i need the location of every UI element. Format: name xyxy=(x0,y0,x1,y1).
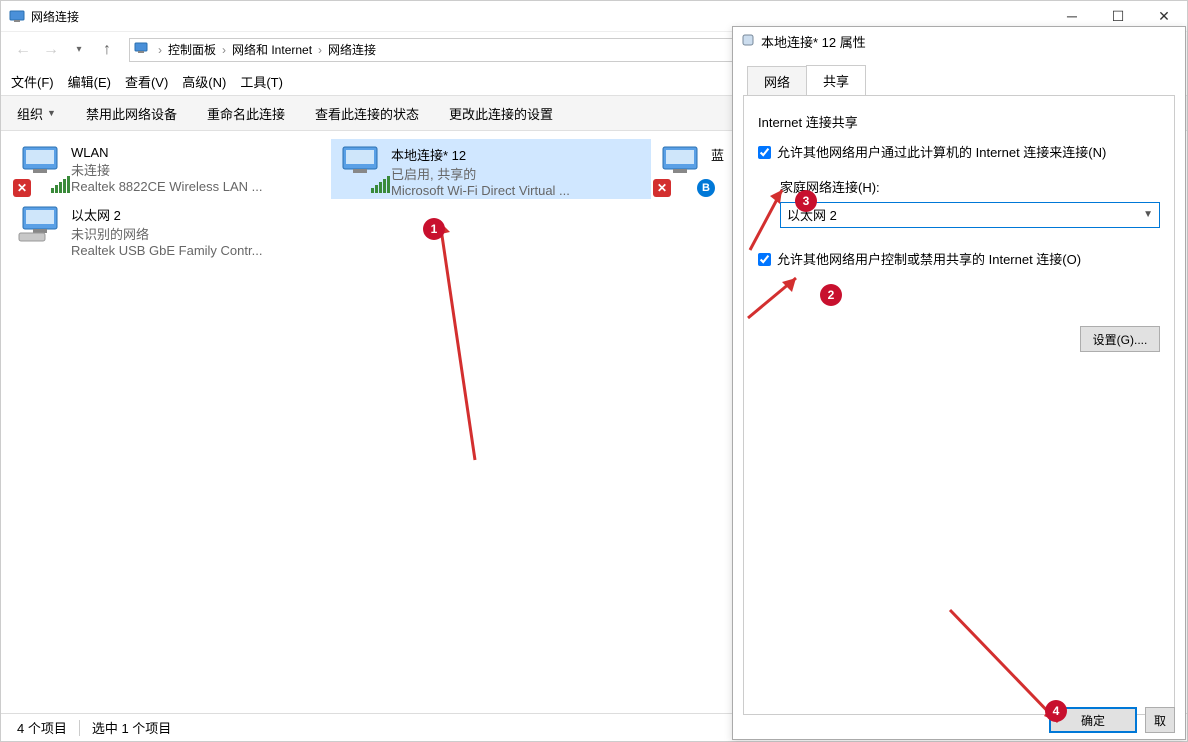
home-network-block: 家庭网络连接(H): 以太网 2 ▼ xyxy=(780,177,1160,228)
connection-name: 蓝 xyxy=(711,145,724,164)
menu-view[interactable]: 查看(V) xyxy=(125,72,168,91)
menu-edit[interactable]: 编辑(E) xyxy=(68,72,111,91)
properties-dialog: 本地连接* 12 属性 网络 共享 Internet 连接共享 允许其他网络用户… xyxy=(732,26,1186,740)
breadcrumb-part-3[interactable]: 网络连接 xyxy=(324,41,380,58)
connection-item-local12[interactable]: 本地连接* 12 已启用, 共享的 Microsoft Wi-Fi Direct… xyxy=(331,139,651,199)
breadcrumb-sep: › xyxy=(220,43,228,57)
breadcrumb-sep: › xyxy=(316,43,324,57)
nic-icon: ✕ B xyxy=(655,143,711,195)
bluetooth-icon: B xyxy=(697,179,715,197)
toolbar-rename[interactable]: 重命名此连接 xyxy=(207,104,285,123)
disabled-overlay-icon: ✕ xyxy=(13,179,31,197)
connection-item-bluetooth[interactable]: ✕ B 蓝 xyxy=(651,139,731,199)
checkbox-control-label: 允许其他网络用户控制或禁用共享的 Internet 连接(O) xyxy=(777,250,1081,270)
connection-device: Realtek USB GbE Family Contr... xyxy=(71,243,262,258)
connection-device: Microsoft Wi-Fi Direct Virtual ... xyxy=(391,183,570,198)
checkbox-allow-label: 允许其他网络用户通过此计算机的 Internet 连接来连接(N) xyxy=(777,143,1106,163)
dialog-footer: 确定 取 xyxy=(1049,707,1175,733)
connection-status: 未识别的网络 xyxy=(71,224,262,243)
menu-advanced[interactable]: 高级(N) xyxy=(182,72,226,91)
toolbar-status[interactable]: 查看此连接的状态 xyxy=(315,104,419,123)
checkbox-allow-row: 允许其他网络用户通过此计算机的 Internet 连接来连接(N) xyxy=(758,143,1160,163)
window-icon xyxy=(9,8,25,24)
home-network-combo[interactable]: 以太网 2 ▼ xyxy=(780,202,1160,228)
chevron-down-icon: ▼ xyxy=(1143,209,1153,220)
tab-sharing[interactable]: 共享 xyxy=(806,65,866,95)
chevron-down-icon: ▼ xyxy=(47,108,56,118)
dialog-icon xyxy=(741,33,755,50)
breadcrumb-icon xyxy=(134,41,150,58)
nic-icon xyxy=(335,143,391,195)
ok-button[interactable]: 确定 xyxy=(1049,707,1137,733)
tab-network[interactable]: 网络 xyxy=(747,66,807,96)
connection-item-wlan[interactable]: ✕ WLAN 未连接 Realtek 8822CE Wireless LAN .… xyxy=(11,139,331,199)
window-title: 网络连接 xyxy=(31,8,79,25)
group-label: Internet 连接共享 xyxy=(758,112,1160,131)
back-button[interactable]: ← xyxy=(11,38,35,62)
status-selected-count: 选中 1 个项目 xyxy=(92,718,171,737)
connection-device: Realtek 8822CE Wireless LAN ... xyxy=(71,179,262,194)
checkbox-control-row: 允许其他网络用户控制或禁用共享的 Internet 连接(O) xyxy=(758,250,1160,270)
up-button[interactable]: ↑ xyxy=(95,38,119,62)
wifi-signal-icon xyxy=(51,176,70,193)
toolbar-disable[interactable]: 禁用此网络设备 xyxy=(86,104,177,123)
disabled-overlay-icon: ✕ xyxy=(653,179,671,197)
connection-name: 以太网 2 xyxy=(71,205,262,224)
tabs: 网络 共享 xyxy=(733,65,1185,95)
connection-status: 未连接 xyxy=(71,160,262,179)
nic-icon: ✕ xyxy=(15,143,71,195)
status-item-count: 4 个项目 xyxy=(17,718,67,737)
forward-button[interactable]: → xyxy=(39,38,63,62)
cancel-button[interactable]: 取 xyxy=(1145,707,1175,733)
connection-name: WLAN xyxy=(71,145,262,160)
recent-dropdown[interactable]: ▾ xyxy=(67,38,91,62)
breadcrumb-part-2[interactable]: 网络和 Internet xyxy=(228,41,316,58)
settings-button[interactable]: 设置(G).... xyxy=(1080,326,1160,352)
dialog-titlebar: 本地连接* 12 属性 xyxy=(733,27,1185,55)
checkbox-allow-connect[interactable] xyxy=(758,146,771,159)
toolbar-organize[interactable]: 组织 ▼ xyxy=(17,104,56,123)
menu-tools[interactable]: 工具(T) xyxy=(240,72,283,91)
wifi-signal-icon xyxy=(371,176,390,193)
combo-value: 以太网 2 xyxy=(787,205,837,224)
home-network-label: 家庭网络连接(H): xyxy=(780,177,1160,196)
nic-icon xyxy=(15,203,71,255)
dialog-title: 本地连接* 12 属性 xyxy=(761,32,866,51)
connection-name: 本地连接* 12 xyxy=(391,145,570,164)
statusbar-sep xyxy=(79,720,80,736)
toolbar-change[interactable]: 更改此连接的设置 xyxy=(449,104,553,123)
menu-file[interactable]: 文件(F) xyxy=(11,72,54,91)
connection-status: 已启用, 共享的 xyxy=(391,164,570,183)
breadcrumb-sep: › xyxy=(156,43,164,57)
tab-panel-sharing: Internet 连接共享 允许其他网络用户通过此计算机的 Internet 连… xyxy=(743,95,1175,715)
checkbox-allow-control[interactable] xyxy=(758,253,771,266)
breadcrumb-part-1[interactable]: 控制面板 xyxy=(164,41,220,58)
